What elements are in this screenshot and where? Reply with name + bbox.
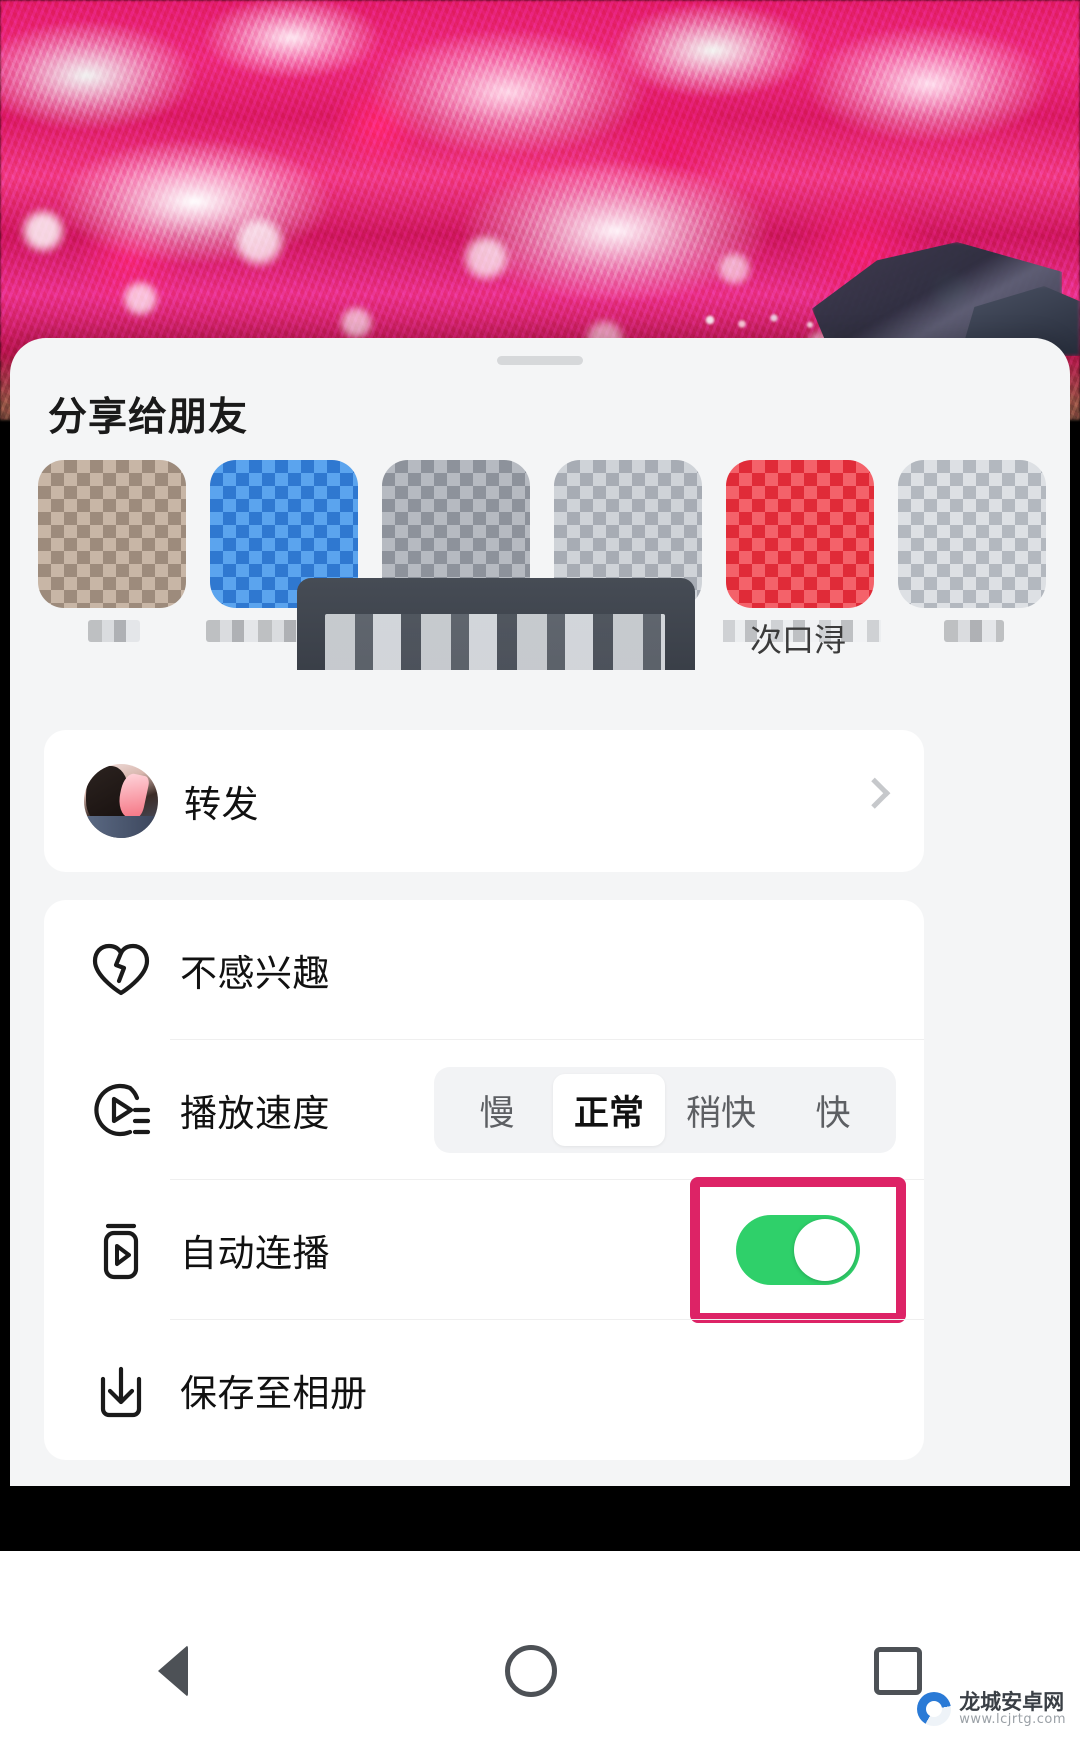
chevron-right-icon[interactable] [859, 777, 891, 809]
contact-name [898, 620, 1050, 646]
row-not-interested[interactable]: 不感兴趣 [44, 900, 924, 1040]
watermark-logo-icon [917, 1692, 952, 1727]
contacts-strip[interactable]: 次口浔 [10, 460, 1070, 670]
settings-card: 不感兴趣 播放速度 慢 正常 稍快 快 自动连播 保存至相册 [44, 900, 924, 1460]
speed-option-normal[interactable]: 正常 [553, 1074, 665, 1146]
contact-item[interactable] [898, 460, 1050, 646]
speed-option-fast[interactable]: 快 [777, 1074, 889, 1146]
contact-avatar [726, 460, 874, 608]
contact-item[interactable]: 次口浔 [723, 460, 881, 659]
speed-option-slow[interactable]: 慢 [441, 1074, 553, 1146]
row-auto-play[interactable]: 自动连播 [44, 1177, 924, 1323]
watermark: 龙城安卓网 www.lcjrtg.com [917, 1691, 1066, 1727]
playback-speed-icon [88, 1080, 154, 1140]
contact-name [38, 620, 190, 646]
blurred-name [944, 620, 1004, 642]
speed-segmented-control[interactable]: 慢 正常 稍快 快 [434, 1067, 896, 1153]
highlight-annotation [690, 1177, 906, 1323]
android-navigation-bar[interactable] [0, 1591, 1080, 1751]
playback-speed-label: 播放速度 [180, 1092, 330, 1135]
forward-label: 转发 [184, 783, 259, 826]
recents-square-icon[interactable] [873, 1647, 922, 1695]
row-save-to-album[interactable]: 保存至相册 [44, 1320, 924, 1460]
sheet-drag-handle[interactable] [497, 356, 583, 365]
contact-item[interactable] [38, 460, 190, 646]
back-triangle-icon[interactable] [158, 1645, 189, 1697]
contact-name: 次口浔 [723, 620, 881, 659]
avatar [84, 764, 158, 838]
forward-card[interactable]: 转发 [44, 730, 924, 872]
bottom-bar: 龙城安卓网 www.lcjrtg.com [0, 1551, 1080, 1751]
watermark-url: www.lcjrtg.com [959, 1712, 1066, 1728]
blurred-name [88, 620, 140, 642]
not-interested-label: 不感兴趣 [180, 952, 330, 995]
home-circle-icon[interactable] [504, 1645, 557, 1697]
auto-play-label: 自动连播 [180, 1232, 330, 1275]
forward-row[interactable]: 转发 [44, 730, 924, 872]
watermark-name: 龙城安卓网 [959, 1690, 1065, 1715]
contact-avatar [898, 460, 1046, 608]
contact-overlay-card[interactable] [297, 578, 695, 670]
save-to-album-label: 保存至相册 [180, 1372, 368, 1415]
row-playback-speed[interactable]: 播放速度 慢 正常 稍快 快 [44, 1040, 924, 1180]
auto-play-toggle[interactable] [736, 1215, 860, 1285]
share-sheet: 分享给朋友 次口浔 转发 不感兴趣 播放速度 慢 正常 稍快 快 自动连播 保存… [10, 338, 1070, 1486]
broken-heart-icon [88, 941, 154, 999]
blurred-overlay-content [325, 614, 665, 670]
download-icon [88, 1359, 154, 1421]
contact-avatar [38, 460, 186, 608]
contact-name-text: 次口浔 [750, 621, 847, 659]
phone-screenshot: 分享给朋友 次口浔 转发 不感兴趣 播放速度 慢 正常 稍快 快 自动连播 保存… [0, 0, 1080, 1751]
auto-play-icon [88, 1219, 154, 1281]
toggle-knob [794, 1219, 856, 1281]
speed-option-faster[interactable]: 稍快 [665, 1074, 777, 1146]
sheet-title: 分享给朋友 [48, 395, 249, 440]
